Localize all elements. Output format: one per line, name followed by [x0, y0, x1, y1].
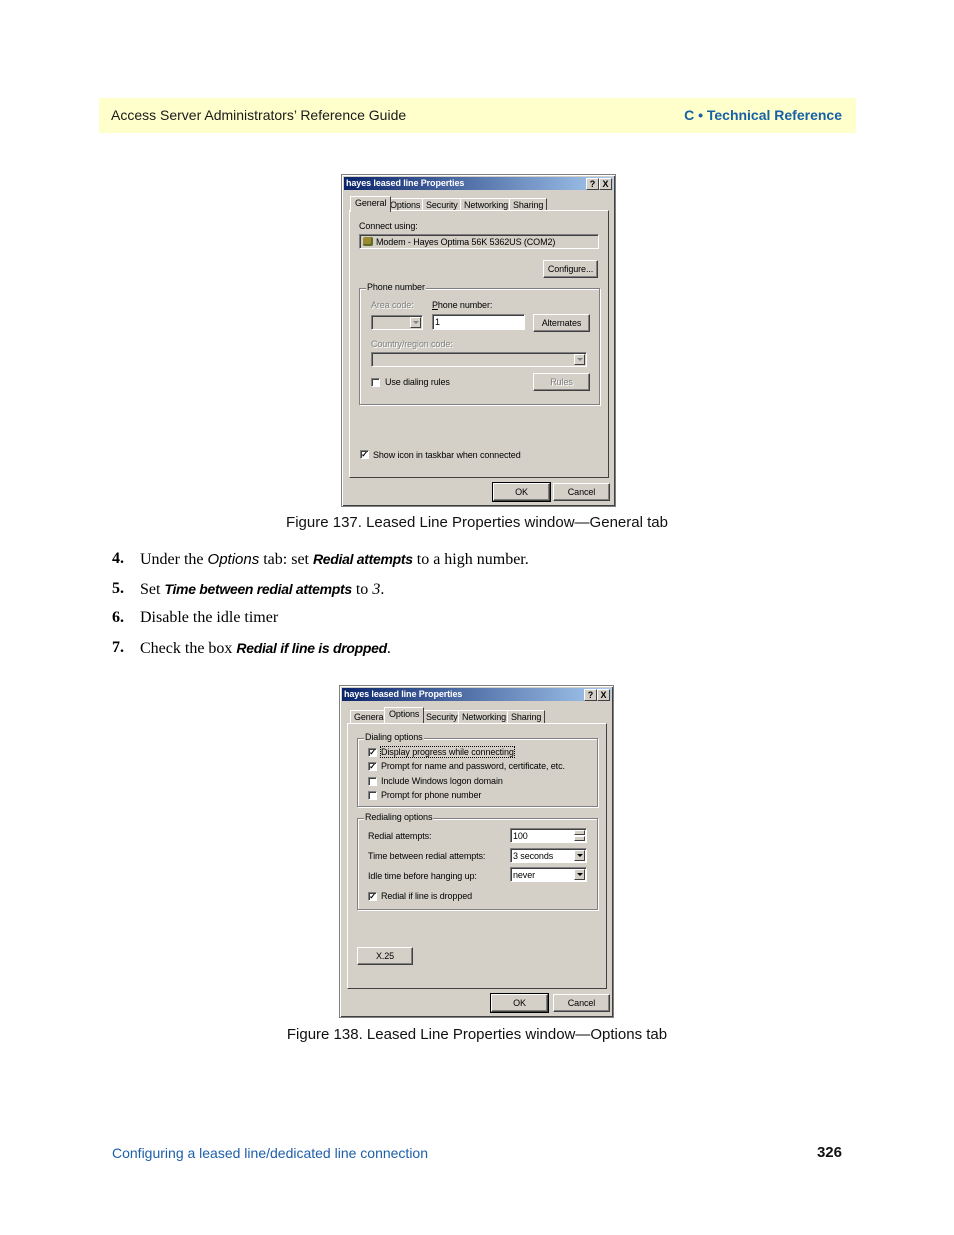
step-number: 7.: [112, 638, 124, 656]
redialing-options-group: Redialing options Redial attempts: 100 T…: [357, 812, 598, 910]
tab-options[interactable]: Options: [384, 707, 425, 723]
step-number: 4.: [112, 550, 124, 567]
time-between-label: Time between redial attempts:: [368, 851, 486, 861]
dialog-title: hayes leased line Properties: [346, 178, 465, 188]
step-text: to: [351, 580, 373, 598]
tab-panel: Dialing options ✓ Display progress while…: [347, 723, 607, 989]
tab-general[interactable]: General: [350, 196, 392, 212]
step-text: .: [380, 580, 385, 598]
step-field-name: Redial if line is dropped: [236, 639, 387, 656]
display-progress-label[interactable]: Display progress while connecting: [380, 746, 515, 758]
show-icon-label[interactable]: Show icon in taskbar when connected: [373, 450, 521, 460]
include-windows-logon-checkbox[interactable]: [368, 777, 377, 786]
alternates-button[interactable]: Alternates: [533, 314, 590, 332]
rules-button: Rules: [533, 373, 590, 391]
help-button[interactable]: ?: [584, 689, 597, 701]
figure-137-caption: Figure 137. Leased Line Properties windo…: [286, 514, 668, 531]
step-number: 6.: [112, 609, 124, 626]
phone-number-group: Phone number Area code: Phone number: Al…: [359, 282, 600, 405]
use-dialing-rules-checkbox[interactable]: [371, 378, 380, 387]
step-text: Disable the idle timer: [140, 609, 279, 626]
show-icon-checkbox[interactable]: ✓: [360, 450, 369, 459]
tab-strip: General Options Security Networking Shar…: [348, 707, 608, 723]
step-number: 5.: [112, 579, 124, 597]
tab-security[interactable]: Security: [422, 710, 462, 723]
chevron-down-icon[interactable]: [574, 869, 585, 880]
tab-strip: General Options Security Networking Shar…: [350, 196, 610, 212]
dialing-options-group: Dialing options ✓ Display progress while…: [357, 732, 598, 807]
step-text: Check the box: [140, 639, 237, 657]
redial-group-label: Redialing options: [364, 812, 434, 822]
dialog-titlebar: hayes leased line Properties ? X: [342, 688, 611, 701]
spin-down-icon[interactable]: [574, 836, 585, 841]
spinner-arrows[interactable]: [574, 830, 585, 841]
close-button[interactable]: X: [599, 178, 612, 190]
redial-attempts-value: 100: [513, 831, 528, 841]
chevron-down-icon[interactable]: [574, 850, 585, 861]
dialing-group-label: Dialing options: [364, 732, 424, 742]
dialog-titlebar: hayes leased line Properties ? X: [344, 177, 613, 190]
tab-panel: Connect using: Modem - Hayes Optima 56K …: [349, 210, 609, 478]
ok-button[interactable]: OK: [492, 482, 551, 502]
idle-time-label: Idle time before hanging up:: [368, 871, 477, 881]
step-text: .: [386, 639, 391, 657]
redial-if-dropped-checkbox[interactable]: ✓: [368, 892, 377, 901]
chevron-down-icon: [574, 354, 585, 365]
prompt-phone-number-label[interactable]: Prompt for phone number: [381, 790, 481, 800]
ok-button[interactable]: OK: [490, 993, 549, 1013]
page-number: 326: [816, 1144, 842, 1161]
area-code-select: [371, 315, 423, 330]
cancel-button[interactable]: Cancel: [553, 994, 610, 1012]
cancel-button[interactable]: Cancel: [553, 483, 610, 501]
use-dialing-rules-label[interactable]: Use dialing rules: [385, 377, 450, 387]
general-tab-dialog: hayes leased line Properties ? X General…: [341, 174, 616, 507]
time-between-select[interactable]: 3 seconds: [510, 848, 587, 863]
redial-attempts-spinner[interactable]: 100: [510, 828, 587, 843]
display-progress-checkbox[interactable]: ✓: [368, 748, 377, 757]
phone-number-label: Phone number:: [432, 300, 493, 310]
page-header: Access Server Administrators’ Reference …: [99, 98, 856, 133]
include-windows-logon-label[interactable]: Include Windows logon domain: [381, 776, 503, 786]
footer-section-link[interactable]: Configuring a leased line/dedicated line…: [112, 1145, 428, 1161]
modem-icon: [363, 237, 373, 246]
tab-networking[interactable]: Networking: [458, 710, 511, 723]
redial-attempts-label: Redial attempts:: [368, 831, 432, 841]
country-code-select: [371, 352, 587, 367]
time-between-value: 3 seconds: [513, 851, 554, 861]
step-emphasis: Options: [207, 551, 260, 568]
tab-sharing[interactable]: Sharing: [507, 710, 546, 723]
step-field-name: Time between redial attempts: [164, 580, 352, 597]
idle-time-value: never: [513, 870, 536, 880]
connect-using-label: Connect using:: [359, 221, 418, 231]
prompt-phone-number-checkbox[interactable]: [368, 791, 377, 800]
step-text: to a high number.: [412, 551, 529, 568]
phone-group-label: Phone number: [366, 282, 426, 292]
country-code-label: Country/region code:: [371, 339, 453, 349]
step-text: Under the: [140, 551, 208, 568]
prompt-name-password-label[interactable]: Prompt for name and password, certificat…: [381, 761, 565, 771]
x25-button[interactable]: X.25: [357, 947, 413, 965]
chevron-down-icon: [410, 317, 421, 328]
header-guide-title: Access Server Administrators’ Reference …: [111, 107, 407, 123]
step-text: Set: [140, 580, 165, 598]
step-text: tab: set: [259, 551, 313, 568]
connect-using-value: Modem - Hayes Optima 56K 5362US (COM2): [376, 237, 556, 247]
redial-if-dropped-label[interactable]: Redial if line is dropped: [381, 891, 472, 901]
options-tab-dialog: hayes leased line Properties ? X General…: [339, 685, 614, 1018]
figure-138-caption: Figure 138. Leased Line Properties windo…: [286, 1026, 668, 1043]
prompt-name-password-checkbox[interactable]: ✓: [368, 762, 377, 771]
connect-using-device: Modem - Hayes Optima 56K 5362US (COM2): [359, 234, 599, 249]
spin-up-icon[interactable]: [574, 830, 585, 835]
phone-number-input[interactable]: [432, 314, 525, 330]
dialog-title: hayes leased line Properties: [344, 689, 463, 699]
step-field-name: Redial attempts: [313, 551, 413, 567]
close-button[interactable]: X: [597, 689, 610, 701]
area-code-label: Area code:: [371, 300, 414, 310]
header-section-title: C • Technical Reference: [684, 107, 842, 123]
configure-button[interactable]: Configure...: [543, 260, 598, 278]
help-button[interactable]: ?: [586, 178, 599, 190]
idle-time-select[interactable]: never: [510, 867, 587, 882]
